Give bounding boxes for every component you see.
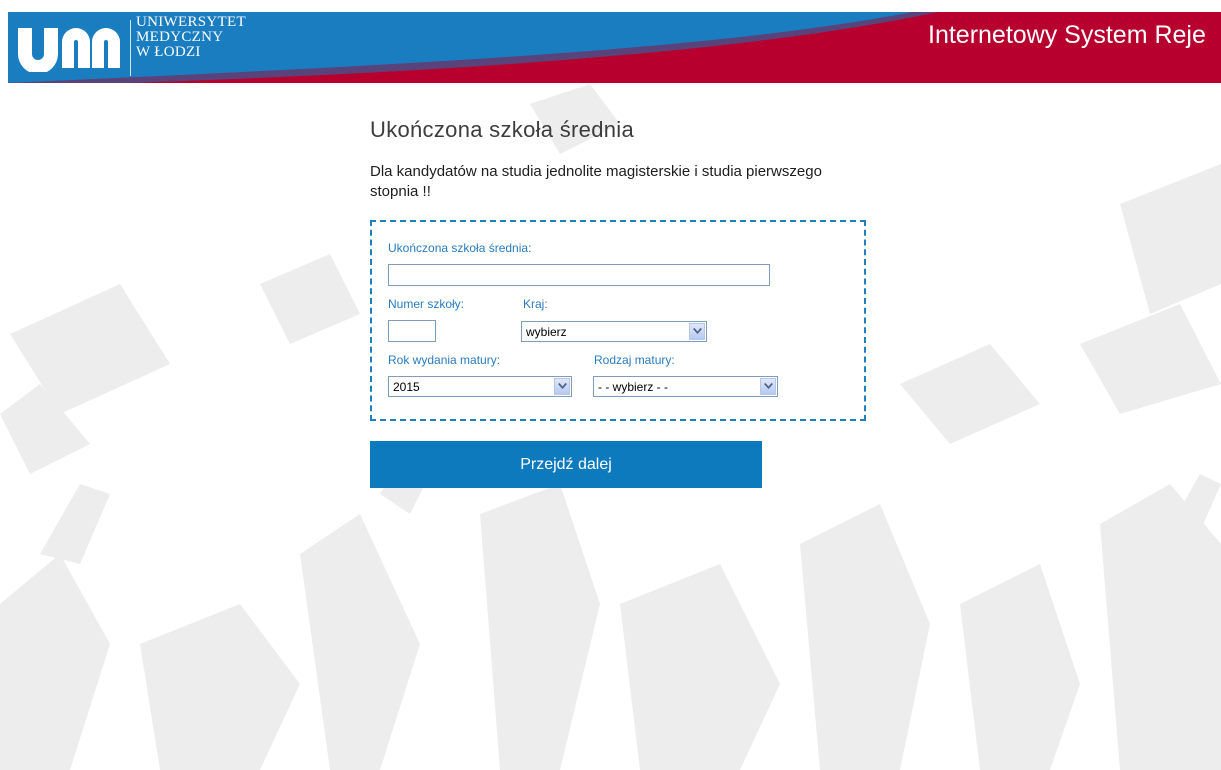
school-input[interactable] — [388, 264, 770, 286]
university-name: UNIWERSYTET MEDYCZNY W ŁODZI — [136, 15, 246, 60]
logo-divider — [130, 20, 131, 76]
university-logo-icon[interactable] — [16, 24, 120, 72]
university-name-line: W ŁODZI — [136, 44, 201, 60]
school-number-label: Numer szkoły: — [388, 297, 465, 311]
exam-type-select[interactable]: - - wybierz - - — [593, 376, 778, 397]
chevron-down-icon[interactable] — [554, 378, 570, 395]
country-label: Kraj: — [523, 297, 548, 311]
notice-text: Dla kandydatów na studia jednolite magis… — [370, 163, 822, 200]
chevron-down-icon[interactable] — [689, 323, 705, 340]
site-header: UNIWERSYTET MEDYCZNY W ŁODZI Internetowy… — [8, 12, 1221, 83]
exam-year-label: Rok wydania matury: — [388, 353, 501, 367]
country-select[interactable]: wybierz — [521, 321, 707, 342]
next-button[interactable]: Przejdź dalej — [370, 441, 762, 488]
university-name-line: MEDYCZNY — [136, 29, 224, 45]
system-title: Internetowy System Reje — [928, 21, 1206, 49]
country-selected-value: wybierz — [526, 325, 567, 339]
chevron-down-icon[interactable] — [760, 378, 776, 395]
school-number-input[interactable] — [388, 320, 436, 342]
exam-year-select[interactable]: 2015 — [388, 376, 572, 397]
exam-type-selected-value: - - wybierz - - — [598, 380, 668, 394]
school-form: Ukończona szkoła średnia: Numer szkoły: … — [370, 220, 866, 421]
school-label: Ukończona szkoła średnia: — [388, 241, 532, 255]
page-title: Ukończona szkoła średnia — [370, 117, 635, 142]
exam-type-label: Rodzaj matury: — [594, 353, 675, 367]
university-name-line: UNIWERSYTET — [136, 14, 246, 30]
exam-year-selected-value: 2015 — [393, 380, 420, 394]
